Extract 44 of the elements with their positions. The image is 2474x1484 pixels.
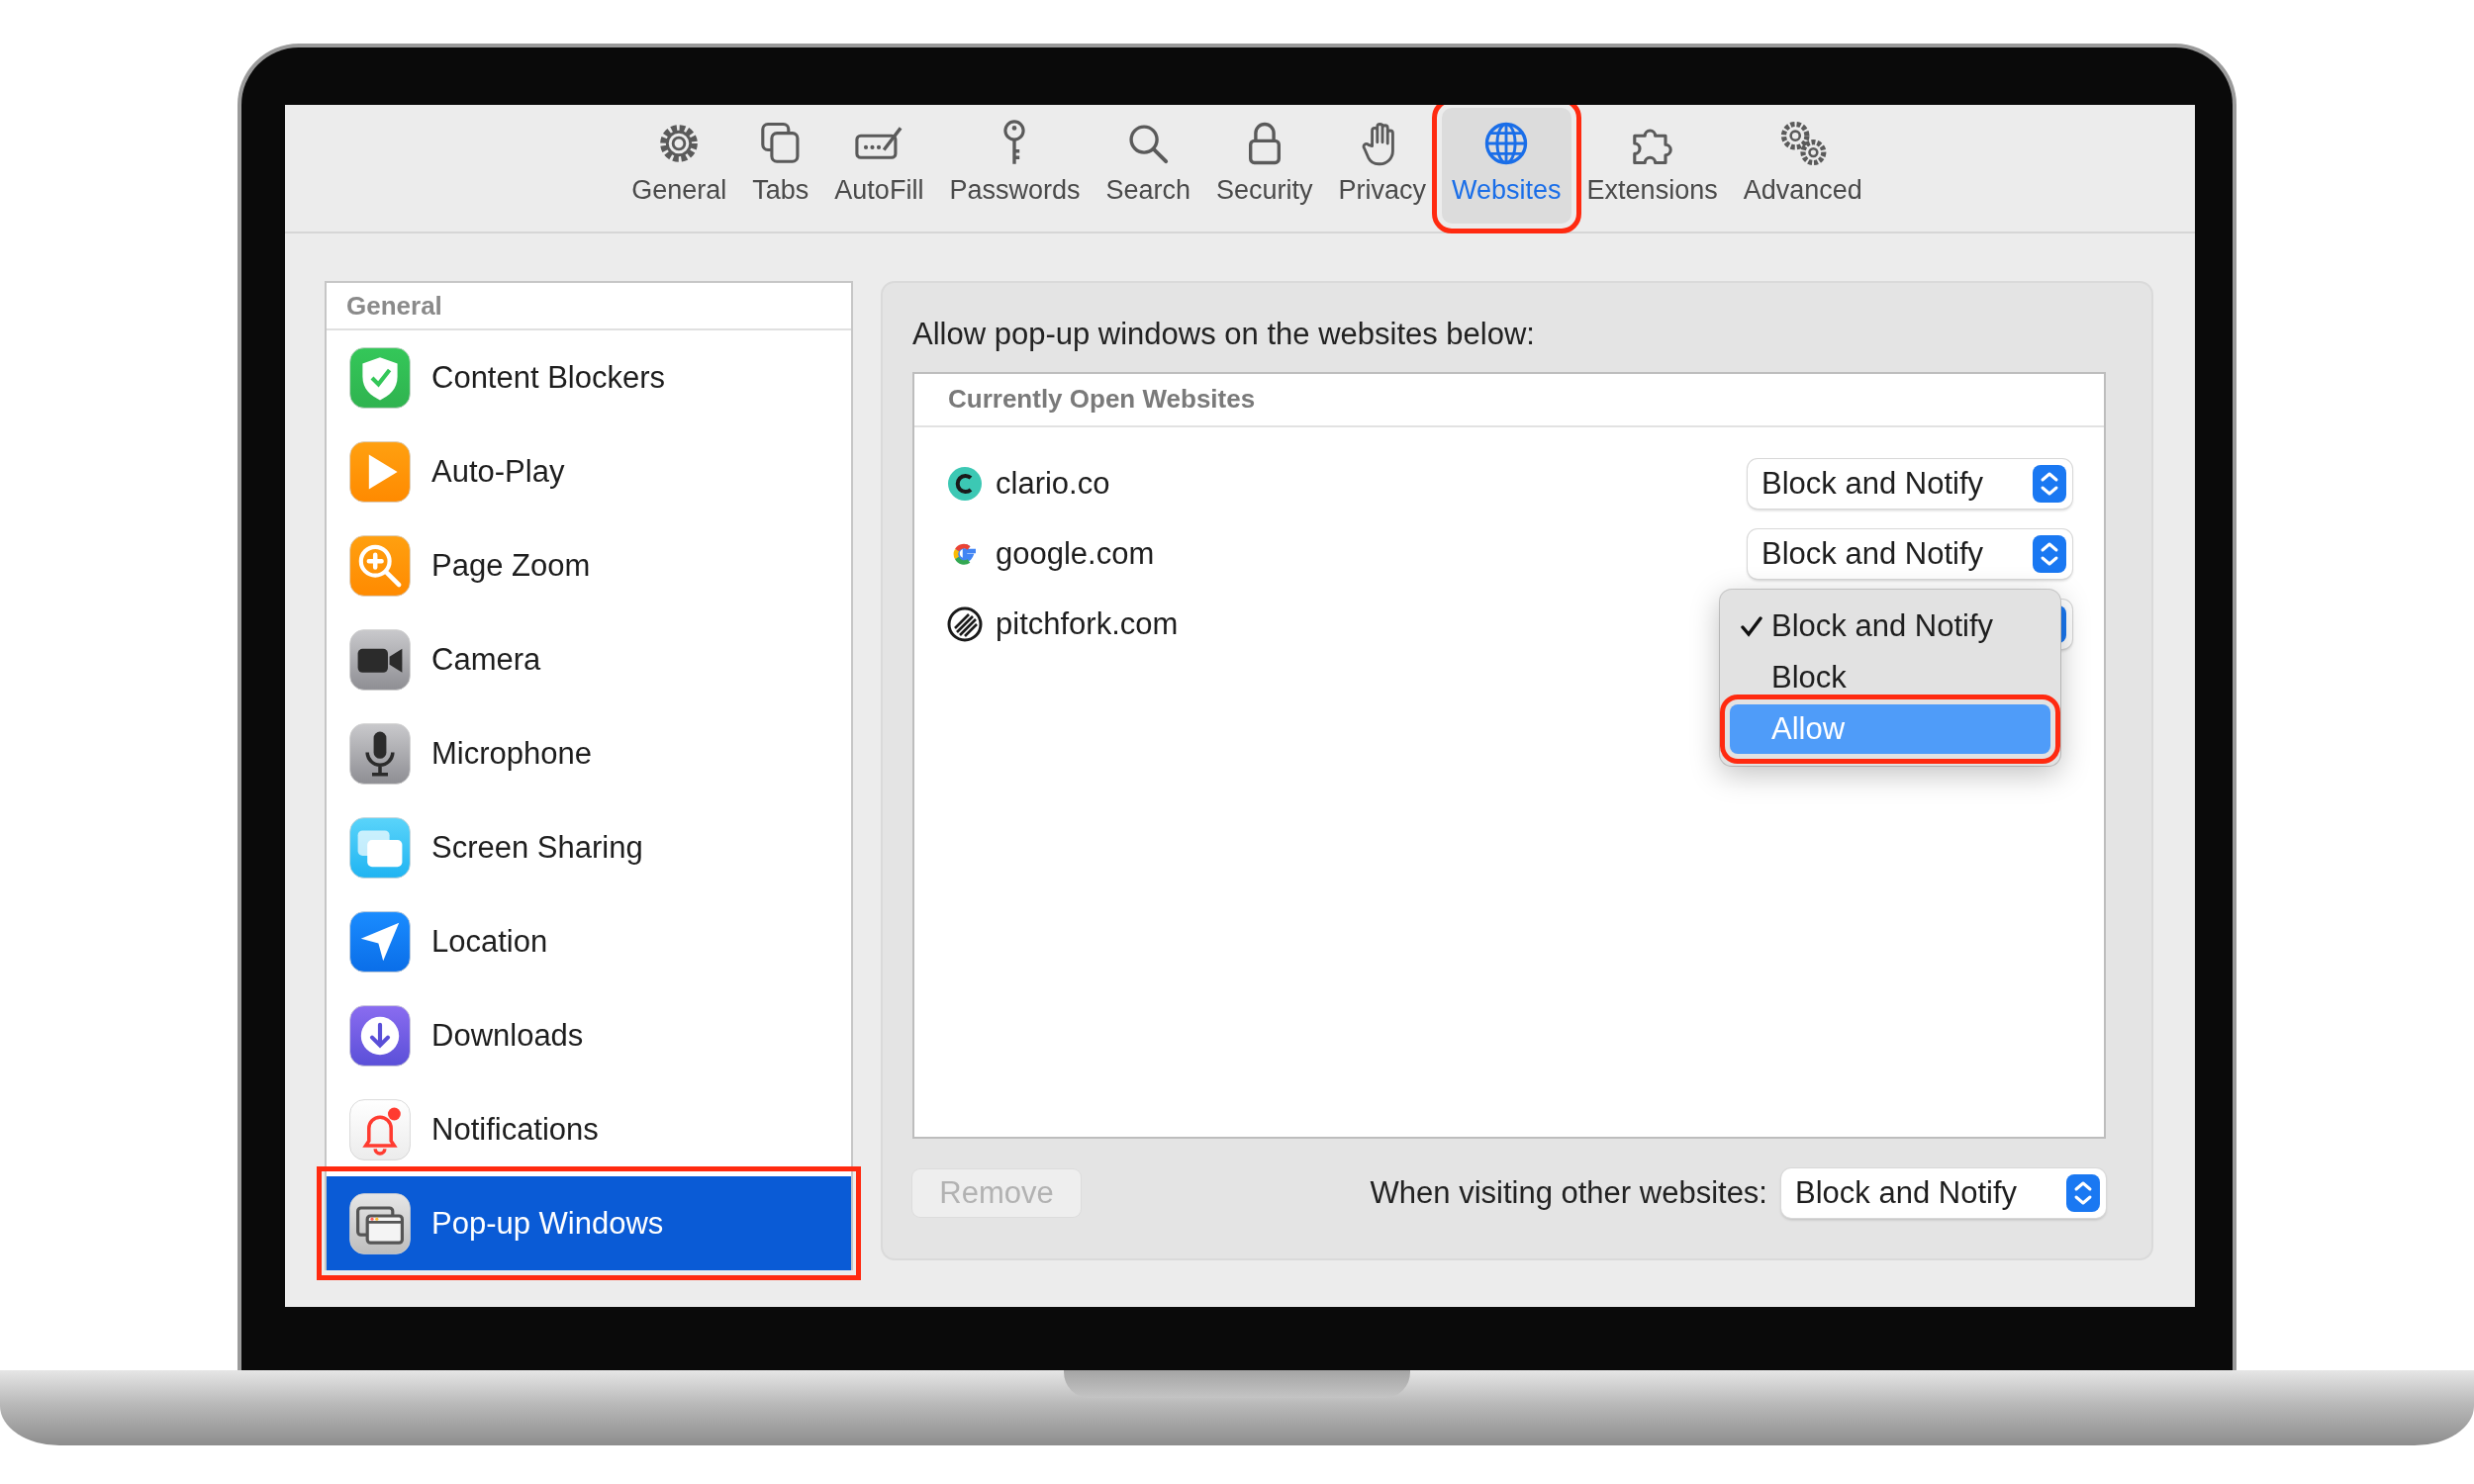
sidebar-item[interactable]: Screen Sharing	[327, 800, 851, 894]
letter-c-logo-icon	[946, 465, 984, 503]
toolbar-tab[interactable]: Search	[1095, 108, 1200, 224]
site-name: google.com	[996, 536, 1156, 572]
site-name: clario.co	[996, 466, 1111, 502]
overlapping-windows-icon	[348, 815, 412, 880]
toolbar-tab[interactable]: Passwords	[939, 108, 1091, 224]
sidebar-item[interactable]: Content Blockers	[327, 330, 851, 424]
bell-icon	[348, 1097, 412, 1161]
stepper-icon	[2066, 1174, 2100, 1212]
sidebar-item[interactable]: Camera	[327, 612, 851, 706]
popup-select[interactable]: Block and Notify	[1781, 1168, 2106, 1218]
menu-option[interactable]: Block and Notify	[1730, 602, 2050, 651]
zoom-in-icon	[348, 533, 412, 598]
toolbar-tab[interactable]: Tabs	[742, 108, 819, 224]
sidebar-item[interactable]: Pop-up Windows	[327, 1176, 851, 1270]
video-camera-icon	[348, 627, 412, 692]
site-name: pitchfork.com	[996, 606, 1180, 642]
panel-prompt: Allow pop-up windows on the websites below:	[912, 317, 1536, 352]
toolbar-tab[interactable]: General	[621, 108, 737, 224]
popup-select[interactable]: Block and Notify	[1748, 529, 2072, 579]
popup-select[interactable]: Block and Notify	[1748, 459, 2072, 509]
table-heading: Currently Open Websites	[914, 374, 2104, 427]
toolbar-tab[interactable]: AutoFill	[824, 108, 934, 224]
toolbar-tab[interactable]: Security	[1206, 108, 1323, 224]
toolbar-tab[interactable]: Extensions	[1576, 108, 1728, 224]
microphone-icon	[348, 721, 412, 786]
default-setting-label: When visiting other websites:	[1369, 1175, 1767, 1211]
hatched-circle-icon	[946, 605, 984, 643]
sidebar-item[interactable]: Downloads	[327, 988, 851, 1082]
menu-option[interactable]: Block	[1730, 653, 2050, 702]
sidebar-item[interactable]: Auto-Play	[327, 424, 851, 518]
play-icon	[348, 439, 412, 504]
stepper-icon	[2033, 535, 2066, 573]
stepper-icon	[2033, 465, 2066, 503]
sidebar-item[interactable]: Location	[327, 894, 851, 988]
sidebar-item[interactable]: Microphone	[327, 706, 851, 800]
sidebar-item[interactable]: Page Zoom	[327, 518, 851, 612]
toolbar-tab[interactable]: Advanced	[1733, 108, 1872, 224]
browser-windows-icon	[348, 1191, 412, 1255]
shield-icon	[348, 345, 412, 410]
sidebar-item[interactable]: Notifications	[327, 1082, 851, 1176]
toolbar-tab[interactable]: Privacy	[1328, 108, 1437, 224]
sidebar-heading: General	[327, 283, 851, 330]
